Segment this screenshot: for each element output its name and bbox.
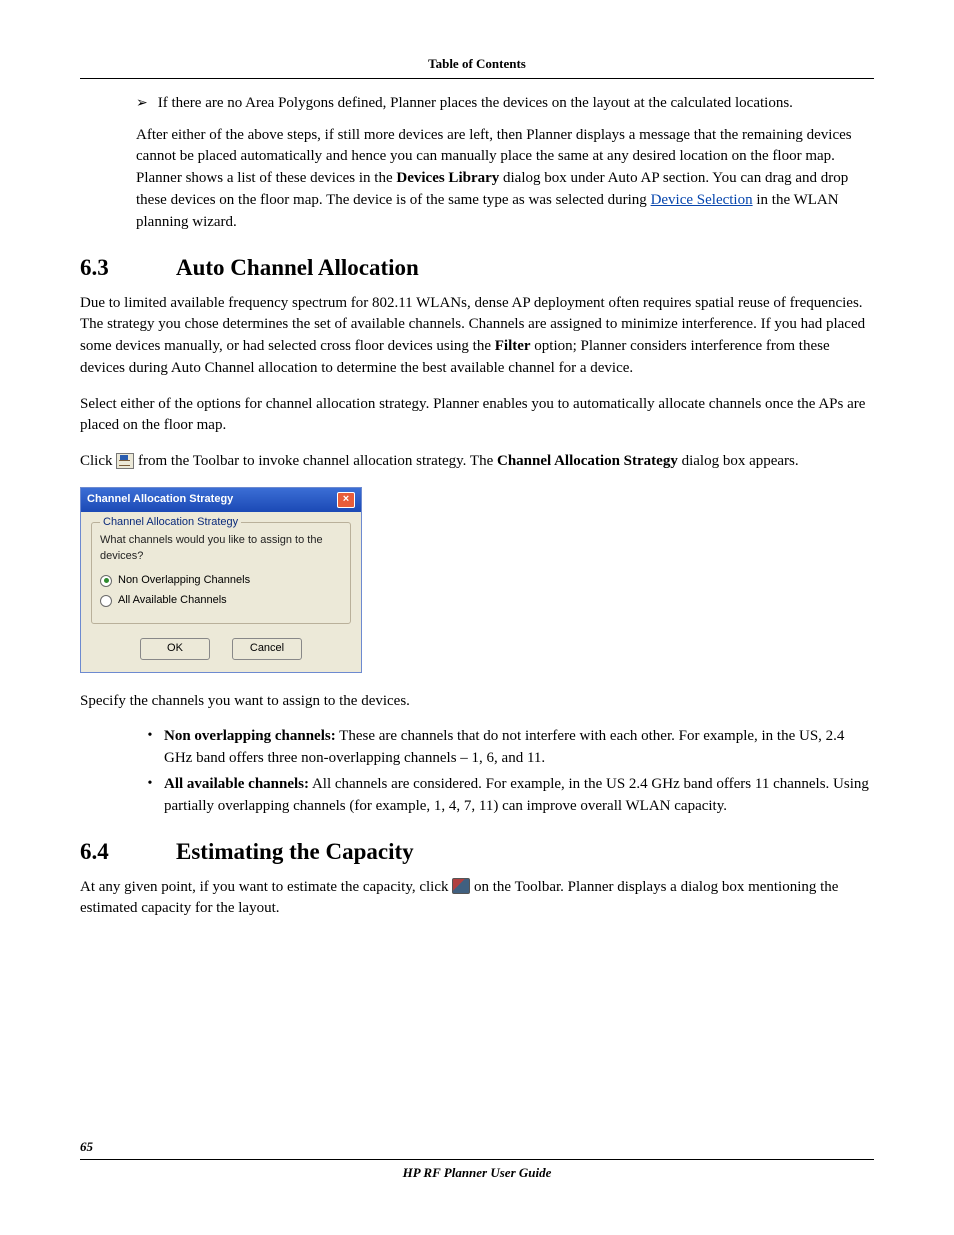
bullet-icon: • (136, 726, 164, 746)
footer-doc-title: HP RF Planner User Guide (80, 1164, 874, 1183)
arrow-icon: ➢ (136, 93, 148, 114)
dialog-question: What channels would you like to assign t… (100, 533, 342, 565)
dialog-fieldset: Channel Allocation Strategy What channel… (91, 522, 351, 624)
header-toc: Table of Contents (80, 55, 874, 79)
page-number: 65 (80, 1138, 874, 1160)
capacity-icon (452, 878, 470, 894)
ok-button[interactable]: OK (140, 638, 210, 660)
radio-label: Non Overlapping Channels (118, 573, 250, 589)
radio-icon (100, 575, 112, 587)
section-number: 6.3 (80, 251, 176, 284)
radio-non-overlapping[interactable]: Non Overlapping Channels (100, 573, 342, 589)
radio-all-available[interactable]: All Available Channels (100, 593, 342, 609)
bullet-all-available: • All available channels: All channels a… (136, 774, 874, 818)
cancel-button[interactable]: Cancel (232, 638, 302, 660)
intro-paragraph: After either of the above steps, if stil… (136, 125, 874, 234)
channel-allocation-dialog: Channel Allocation Strategy × Channel Al… (80, 487, 362, 673)
arrow-list-item: ➢ If there are no Area Polygons defined,… (136, 93, 874, 115)
section-title: Auto Channel Allocation (176, 251, 419, 284)
bullet-non-overlapping: • Non overlapping channels: These are ch… (136, 726, 874, 770)
section-6-4-heading: 6.4 Estimating the Capacity (80, 835, 874, 868)
dialog-titlebar: Channel Allocation Strategy × (81, 488, 361, 512)
arrow-item-text: If there are no Area Polygons defined, P… (158, 93, 793, 115)
dialog-title-text: Channel Allocation Strategy (87, 492, 233, 508)
channel-allocation-icon (116, 453, 134, 469)
bullet-icon: • (136, 774, 164, 794)
device-selection-link[interactable]: Device Selection (651, 192, 753, 208)
specify-text: Specify the channels you want to assign … (80, 691, 874, 713)
section-6-3-heading: 6.3 Auto Channel Allocation (80, 251, 874, 284)
radio-label: All Available Channels (118, 593, 227, 609)
sec64-p1: At any given point, if you want to estim… (80, 877, 874, 921)
radio-icon (100, 595, 112, 607)
sec63-p2: Select either of the options for channel… (80, 394, 874, 438)
devices-library-label: Devices Library (396, 170, 499, 186)
section-title: Estimating the Capacity (176, 835, 414, 868)
dialog-legend: Channel Allocation Strategy (100, 515, 241, 531)
section-number: 6.4 (80, 835, 176, 868)
sec63-p3: Click from the Toolbar to invoke channel… (80, 451, 874, 473)
sec63-p1: Due to limited available frequency spect… (80, 293, 874, 380)
dialog-close-button[interactable]: × (337, 492, 355, 508)
